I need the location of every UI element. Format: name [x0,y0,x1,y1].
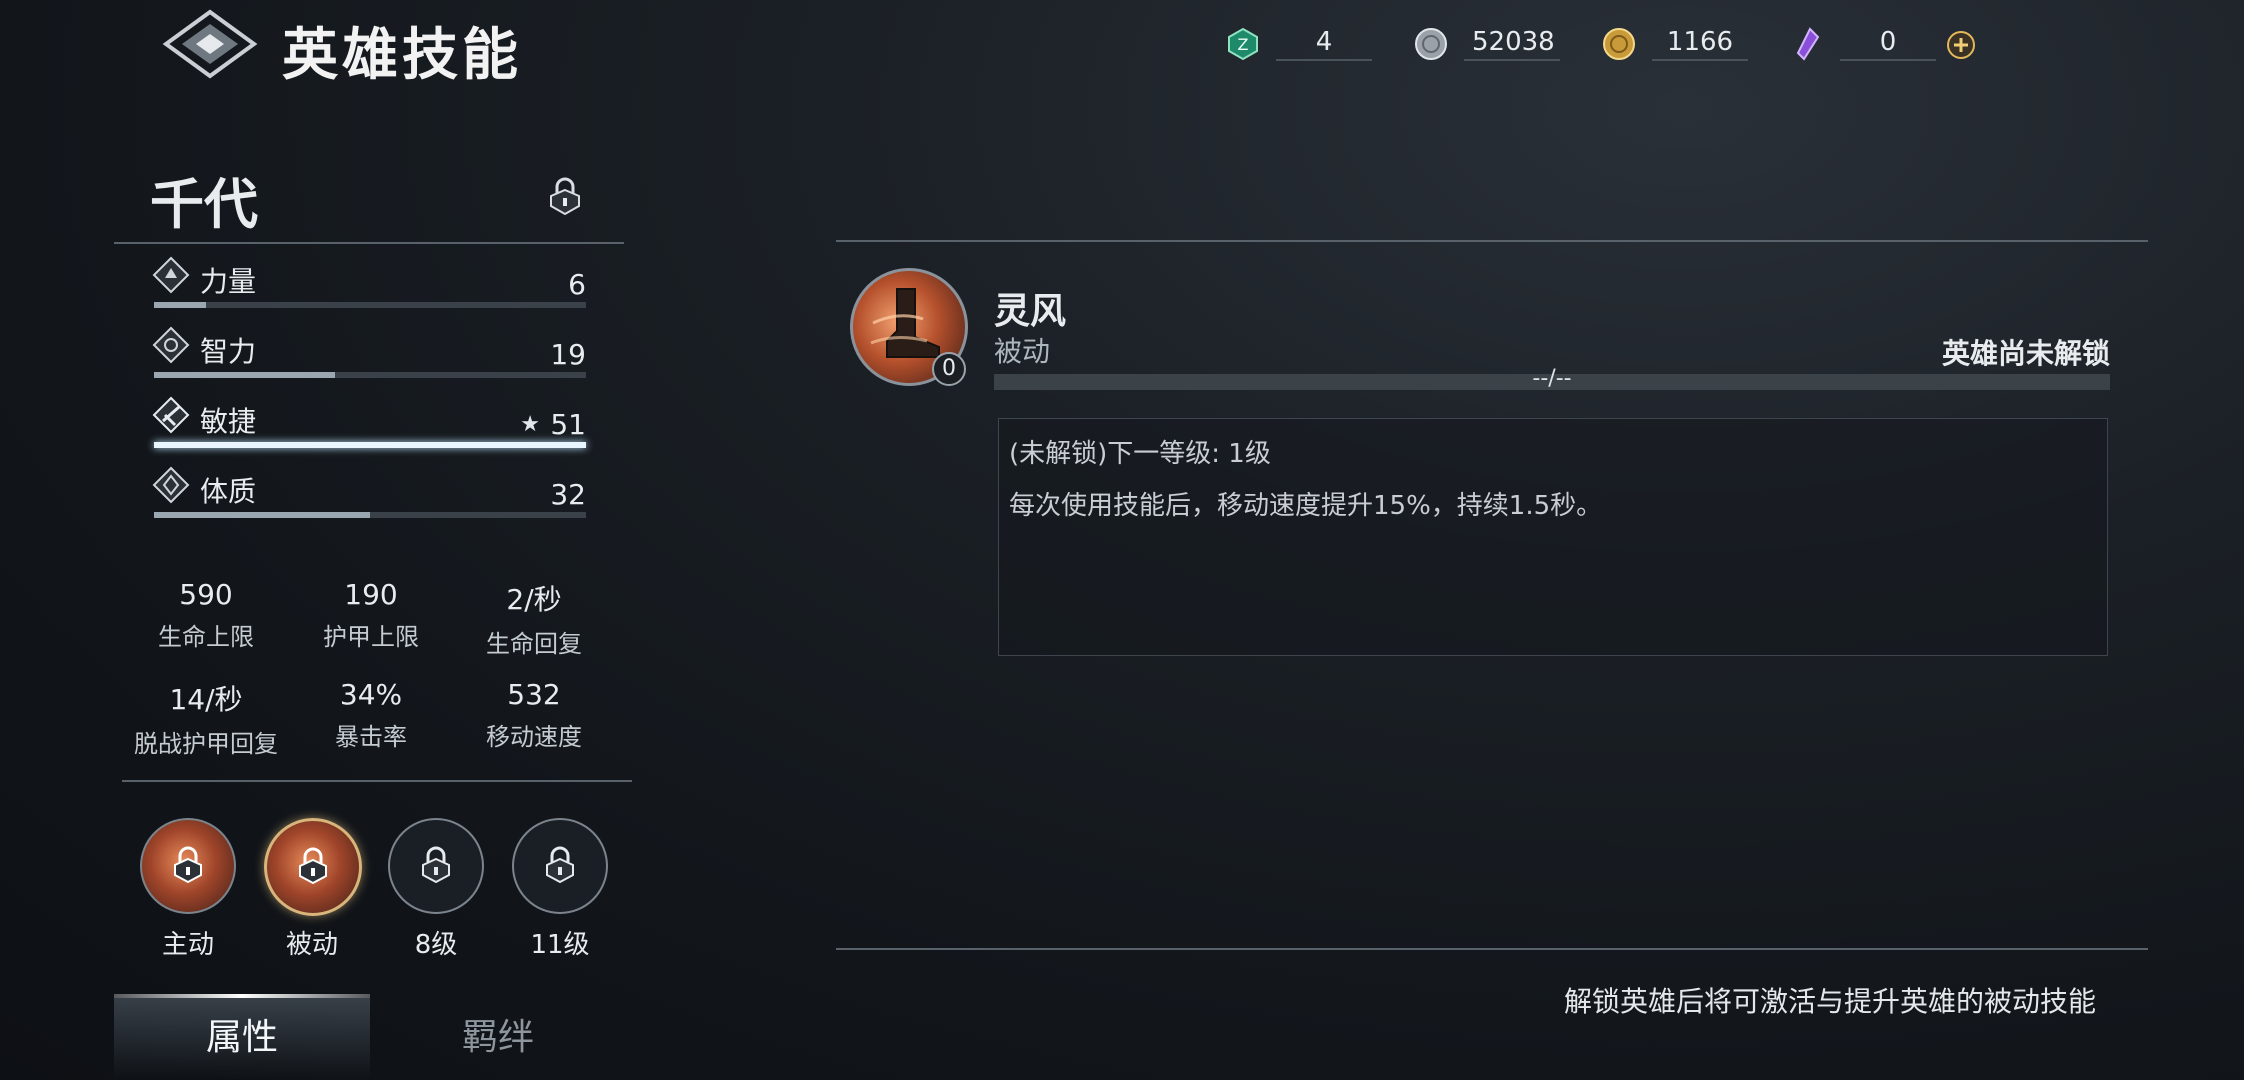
hero-name: 千代 [150,173,258,236]
attr-hp-regen: 2/秒 生命回复 [449,578,619,659]
agility-icon [152,396,190,434]
attr-label: 移动速度 [486,723,582,751]
constitution-icon [152,466,190,504]
attr-value: 532 [507,678,561,711]
attr-label: 护甲上限 [323,623,419,651]
stat-row-constitution: 体质 32 [152,466,586,536]
add-currency-button[interactable] [1946,30,1976,60]
skill-description-box: (未解锁)下一等级: 1级 每次使用技能后，移动速度提升15%，持续1.5秒。 [998,418,2108,656]
attr-move-speed: 532 移动速度 [449,678,619,752]
lock-icon [546,846,574,884]
divider [122,780,632,782]
attr-label: 生命回复 [486,630,582,658]
divider [836,240,2148,242]
skill-slot-label: 8级 [414,930,458,960]
attr-value: 190 [344,578,398,611]
tab-attributes[interactable]: 属性 [114,1008,370,1060]
currency-crystal-value: 0 [1840,27,1936,61]
intellect-icon [152,326,190,364]
stat-value: 19 [550,338,586,371]
stat-bar [154,372,336,378]
energy-token-icon: Z [1228,27,1258,61]
attr-max-hp: 590 生命上限 [121,578,291,652]
unlock-hint: 解锁英雄后将可激活与提升英雄的被动技能 [1563,985,2096,1018]
strength-icon [152,256,190,294]
lock-icon [422,846,450,884]
currency-gold-value: 1166 [1652,27,1748,61]
attr-max-armor: 190 护甲上限 [286,578,456,652]
tab-indicator [114,994,370,998]
currency-silver: 52038 [1414,24,1560,64]
stat-row-agility: 敏捷 ★ 51 [152,396,586,466]
purple-crystal-icon [1796,27,1820,61]
gold-coin-icon [1603,28,1635,60]
stat-row-intellect: 智力 19 [152,326,586,396]
tab-bonds[interactable]: 羁绊 [370,1008,626,1060]
skill-description: 每次使用技能后，移动速度提升15%，持续1.5秒。 [1009,491,1603,521]
svg-text:Z: Z [1238,35,1249,54]
star-icon: ★ [520,412,540,437]
currency-crystal: 0 [1790,24,1936,64]
lock-icon [548,176,582,216]
lock-icon [299,847,327,885]
attr-value: 14/秒 [169,683,243,716]
skill-slot-label: 被动 [285,930,338,960]
stat-label: 敏捷 [200,405,257,438]
stat-label: 力量 [200,265,257,298]
stat-label: 体质 [200,475,257,508]
stat-bar [154,302,206,308]
attr-label: 暴击率 [335,723,407,751]
skill-slot-lv8[interactable] [388,818,484,914]
plus-icon [1947,31,1975,59]
skill-name: 灵风 [994,291,1067,332]
attr-crit-rate: 34% 暴击率 [286,678,456,752]
lock-icon [174,846,202,884]
silver-coin-icon [1415,28,1447,60]
next-level-text: (未解锁)下一等级: 1级 [1009,439,1271,469]
stat-bar [154,442,586,448]
skill-progress-text: --/-- [1532,366,1572,391]
stat-label: 智力 [200,335,257,368]
attr-armor-regen: 14/秒 脱战护甲回复 [121,678,291,759]
attr-value: 590 [179,578,233,611]
stat-value: 6 [568,268,586,301]
currency-silver-value: 52038 [1464,27,1560,61]
attr-label: 生命上限 [158,623,254,651]
stat-bar [154,512,370,518]
stat-value: 32 [550,478,586,511]
stat-value: 51 [550,408,586,441]
currency-energy: Z 4 [1226,24,1372,64]
skill-slot-label: 主动 [161,930,214,960]
attr-value: 2/秒 [506,583,562,616]
page-title: 英雄技能 [282,23,522,88]
currency-energy-value: 4 [1276,27,1372,61]
divider [836,948,2148,950]
skill-type: 被动 [994,335,1051,368]
skill-slot-label: 11级 [530,930,590,960]
skill-slot-active[interactable] [140,818,236,914]
attr-label: 脱战护甲回复 [134,730,278,758]
skill-slot-passive[interactable] [264,818,362,916]
hero-skills-emblem-icon [160,8,260,80]
skill-slot-lv11[interactable] [512,818,608,914]
currency-gold: 1166 [1602,24,1748,64]
stat-row-strength: 力量 6 [152,256,586,326]
skill-level-badge: 0 [932,352,966,386]
divider [114,242,624,244]
attr-value: 34% [339,678,403,711]
